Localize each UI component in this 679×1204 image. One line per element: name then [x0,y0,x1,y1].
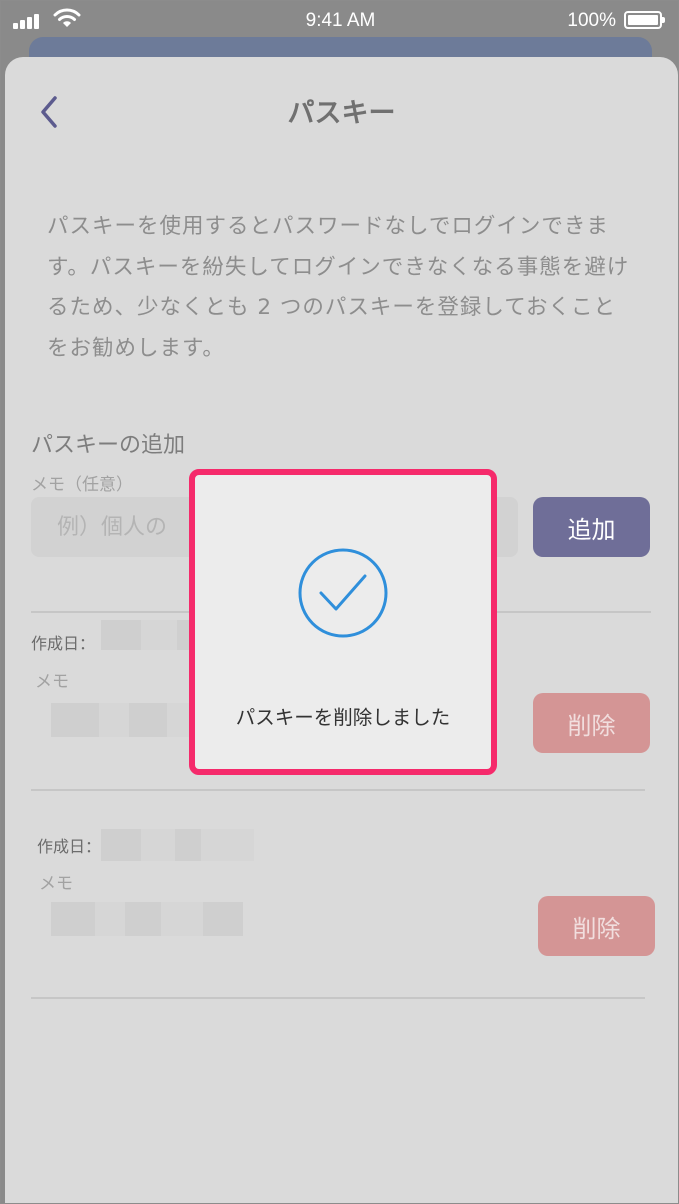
created-date-value [101,829,254,861]
page-title: パスキー [287,98,396,129]
add-section-title: パスキーの追加 [31,433,186,458]
description-text: パスキーを使用するとパスワードなしでログインできます。パスキーを紛失してログイン… [47,214,630,361]
phone-screen: 9:41 AM 100% パスキー パスキーを使用するとパスワードなしでログイン… [0,0,679,1204]
battery-icon [624,11,665,29]
divider [31,997,645,999]
deleted-toast-modal: パスキーを削除しました [189,469,497,775]
delete-button[interactable]: 削除 [533,693,650,753]
modal-message: パスキーを削除しました [235,706,451,729]
check-circle-icon [298,548,388,638]
battery-percent: 100% [567,10,616,31]
memo-value [51,902,243,936]
status-bar: 9:41 AM 100% [1,1,678,41]
memo-optional-label: メモ（任意） [31,475,133,495]
created-date-label: 作成日： [37,837,102,856]
add-button[interactable]: 追加 [533,497,650,557]
memo-label: メモ [35,672,69,692]
divider [31,789,645,791]
memo-label: メモ [39,874,73,894]
delete-button[interactable]: 削除 [538,896,655,956]
created-date-label: 作成日： [31,634,96,653]
